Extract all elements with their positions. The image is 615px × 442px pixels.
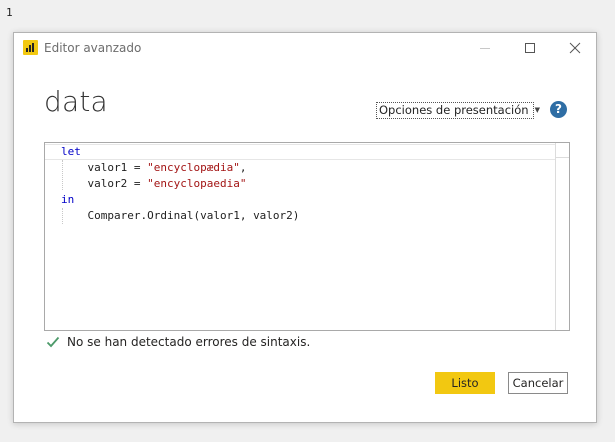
advanced-editor-dialog: Editor avanzado data Opciones de present… xyxy=(13,32,597,423)
syntax-status: No se han detectado errores de sintaxis. xyxy=(46,335,310,349)
title-bar[interactable]: Editor avanzado xyxy=(14,33,596,63)
close-button[interactable] xyxy=(564,37,586,59)
code-line: valor1 = "encyclopædia", xyxy=(61,160,299,176)
code-token: valor1 = xyxy=(87,161,148,174)
code-line: valor2 = "encyclopaedia" xyxy=(61,176,299,192)
code-keyword: let xyxy=(61,145,81,158)
code-token: valor2 = xyxy=(87,177,148,190)
code-token: Comparer.Ordinal(valor1, valor2) xyxy=(87,209,300,222)
chevron-down-icon: ▼ xyxy=(534,106,540,114)
corner-label: 1 xyxy=(6,6,13,19)
code-line: let xyxy=(61,144,299,160)
scrollbar-corner xyxy=(556,143,569,158)
minimize-icon xyxy=(480,48,490,49)
code-string: "encyclopaedia" xyxy=(147,177,247,190)
maximize-button[interactable] xyxy=(519,37,541,59)
close-icon xyxy=(569,42,581,54)
display-options-dropdown[interactable]: Opciones de presentación ▼ xyxy=(376,102,540,119)
cancel-button[interactable]: Cancelar xyxy=(508,372,568,394)
window-title: Editor avanzado xyxy=(44,41,142,55)
maximize-icon xyxy=(525,43,535,53)
code-line: Comparer.Ordinal(valor1, valor2) xyxy=(61,208,300,224)
code-token: , xyxy=(239,161,247,174)
done-button[interactable]: Listo xyxy=(435,372,495,394)
code-string: "encyclopædia" xyxy=(147,161,240,174)
code-line: in xyxy=(61,192,299,208)
query-name-heading: data xyxy=(44,85,108,118)
power-bi-icon xyxy=(23,40,38,55)
vertical-scrollbar[interactable] xyxy=(555,143,569,330)
code-text: let valor1 = "encyclopædia", valor2 = "e… xyxy=(61,144,299,224)
checkmark-icon xyxy=(46,335,60,349)
code-keyword: in xyxy=(61,193,75,206)
code-editor[interactable]: let valor1 = "encyclopædia", valor2 = "e… xyxy=(44,142,570,331)
help-icon[interactable]: ? xyxy=(550,101,567,118)
display-options-label: Opciones de presentación xyxy=(379,103,529,117)
syntax-status-text: No se han detectado errores de sintaxis. xyxy=(67,335,311,349)
minimize-button[interactable] xyxy=(474,37,496,59)
